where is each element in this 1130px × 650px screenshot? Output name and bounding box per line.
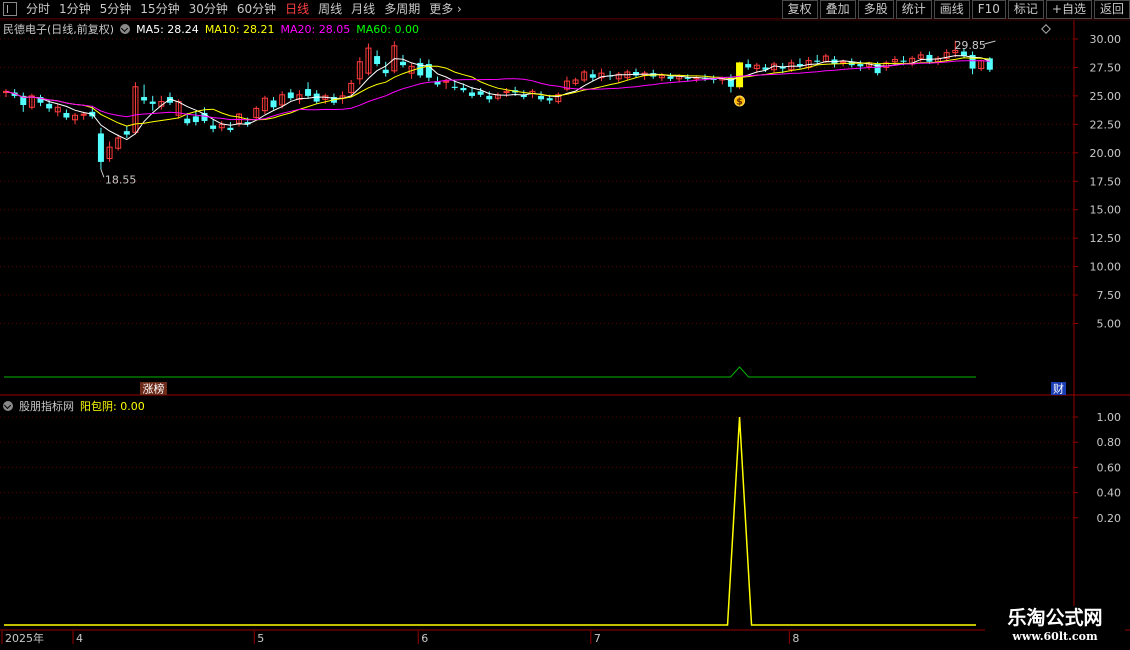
main-y-axis: 30.00 27.50 25.00 22.50 20.00 17.50 15.00 12.50… [1074, 33, 1121, 331]
sub-y-tick-label: 1.00 [1097, 411, 1122, 424]
candle-body [589, 74, 596, 78]
candle-body [684, 77, 691, 79]
sub-y-tick-label: 0.60 [1097, 461, 1122, 474]
candle-body [97, 133, 104, 162]
main-y-tick-label: 25.00 [1090, 90, 1122, 103]
ma20-line [5, 60, 990, 121]
cai-label: 财 [1053, 382, 1064, 396]
candle-body [270, 100, 277, 108]
candle-body [451, 86, 458, 88]
signal-line-sub [4, 416, 976, 626]
sub-y-tick-label: 0.80 [1097, 436, 1122, 449]
diamond-icon [1041, 24, 1051, 34]
candle-body [184, 118, 191, 124]
candle-body [460, 87, 467, 91]
candle-body [814, 60, 821, 62]
grid-lines [0, 38, 1074, 519]
chart-frame [0, 19, 1130, 631]
highlight-candle [736, 62, 744, 88]
candle-body [667, 76, 674, 79]
main-y-tick-label: 5.00 [1097, 318, 1122, 331]
dollar-coin-label: $ [736, 98, 742, 108]
sub-y-tick-label: 0.20 [1097, 512, 1122, 525]
date-tick-label: 7 [594, 632, 601, 645]
main-y-tick-label: 17.50 [1090, 175, 1122, 188]
low-arrow [100, 169, 105, 178]
candle-body [926, 54, 933, 62]
main-y-tick-label: 15.00 [1090, 204, 1122, 217]
watermark-title: 乐淘公式网 [1007, 607, 1103, 629]
candle-body [305, 89, 312, 96]
candle-body [374, 56, 381, 65]
candle-body [745, 64, 752, 68]
candlestick-series [3, 40, 993, 170]
date-axis: 2025年 4 5 6 7 8 [1, 631, 799, 645]
stock-chart-canvas[interactable]: 30.00 27.50 25.00 22.50 20.00 17.50 15.00 12.50… [0, 0, 1130, 650]
zhangbang-label: 涨榜 [143, 382, 165, 396]
candle-body [149, 101, 156, 104]
sub-y-tick-label: 0.40 [1097, 487, 1122, 500]
main-y-tick-label: 10.00 [1090, 261, 1122, 274]
site-watermark: 乐淘公式网 www.60lt.com [985, 606, 1125, 650]
candle-body [900, 60, 907, 62]
main-y-tick-label: 7.50 [1097, 289, 1122, 302]
main-y-tick-label: 12.50 [1090, 232, 1122, 245]
ma10-line [5, 57, 990, 127]
signal-series [4, 366, 976, 626]
date-tick-label: 2025年 [5, 631, 44, 645]
date-tick-label: 5 [257, 632, 264, 645]
candle-body [477, 91, 484, 95]
candle-body [227, 127, 234, 131]
high-price-label: 29.85 [954, 39, 986, 52]
candle-body [632, 72, 639, 76]
candle-body [123, 131, 130, 135]
main-y-tick-label: 30.00 [1090, 33, 1122, 46]
candle-body [538, 95, 545, 100]
candle-body [857, 64, 864, 67]
candle-body [46, 103, 53, 109]
date-tick-label: 6 [421, 632, 428, 645]
high-arrow [984, 40, 996, 45]
date-tick-label: 4 [76, 632, 83, 645]
candle-body [210, 125, 217, 129]
candle-body [287, 92, 294, 99]
main-y-tick-label: 22.50 [1090, 118, 1122, 131]
signal-baseline-main [4, 366, 976, 378]
main-y-tick-label: 20.00 [1090, 147, 1122, 160]
watermark-url: www.60lt.com [1012, 630, 1098, 643]
main-y-tick-label: 27.50 [1090, 61, 1122, 74]
candle-body [546, 98, 553, 101]
candle-body [382, 69, 389, 74]
candle-body [399, 61, 406, 66]
low-price-label: 18.55 [105, 173, 136, 186]
candle-body [469, 92, 476, 96]
date-tick-label: 8 [792, 632, 799, 645]
candle-body [63, 112, 70, 118]
candle-body [141, 97, 148, 101]
candle-body [192, 116, 199, 123]
candle-body [486, 95, 493, 100]
sub-y-axis: 1.00 0.80 0.60 0.40 0.20 [1074, 411, 1121, 525]
